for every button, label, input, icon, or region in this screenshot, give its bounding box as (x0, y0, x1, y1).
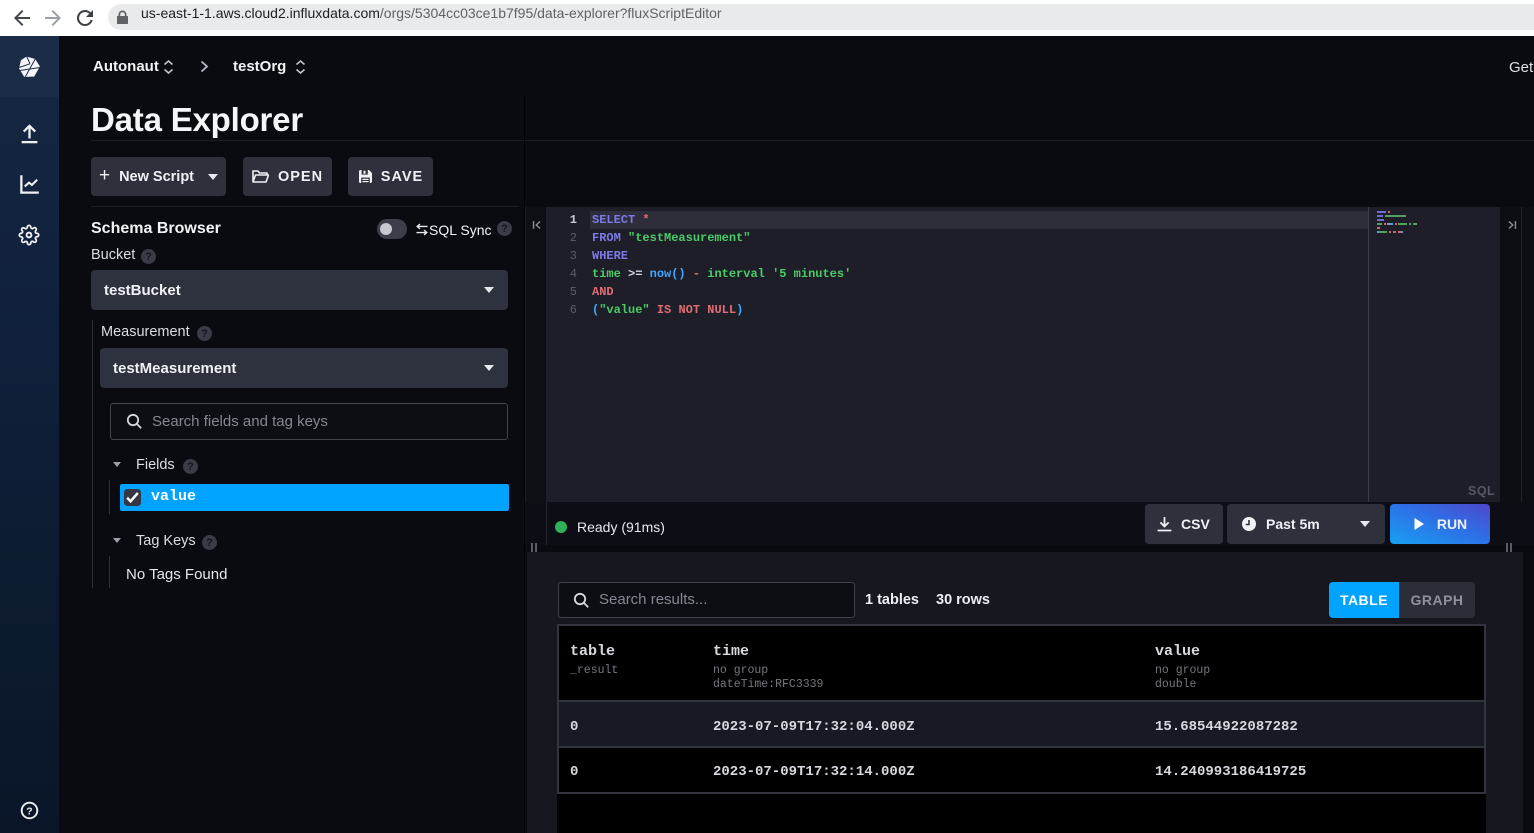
svg-text:?: ? (26, 806, 32, 817)
